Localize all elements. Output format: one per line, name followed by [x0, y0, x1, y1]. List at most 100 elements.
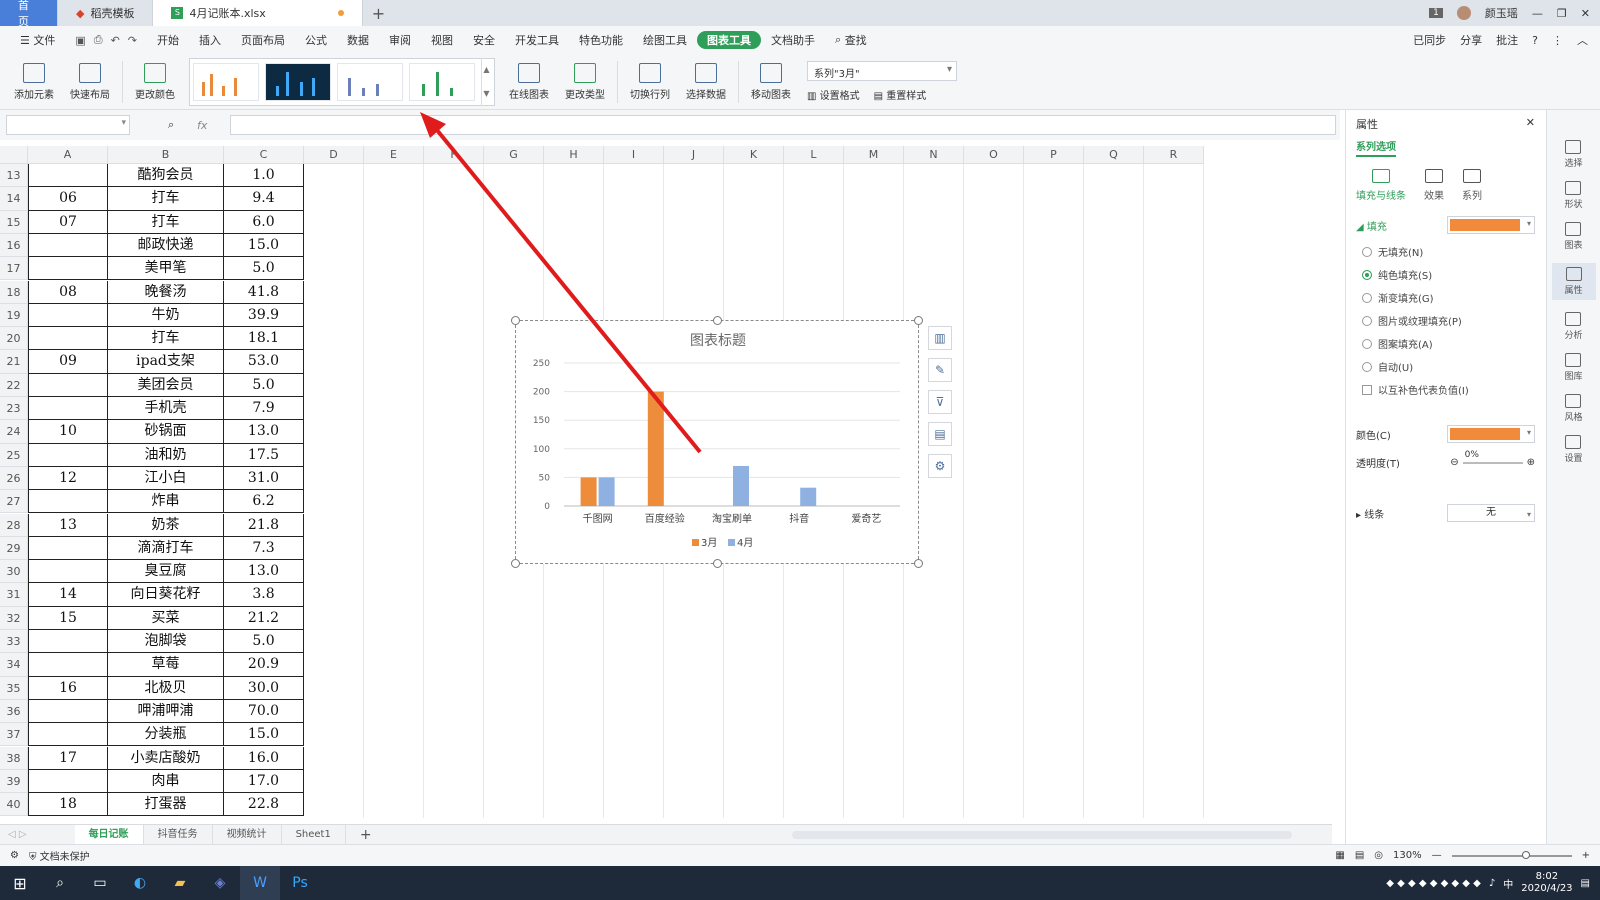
panel-close-icon[interactable]: ✕ [1526, 116, 1535, 129]
transparency-plus-icon[interactable]: ⊕ [1527, 457, 1535, 468]
cell-b[interactable]: 小卖店酸奶 [108, 746, 224, 770]
cell-c[interactable]: 3.8 [224, 583, 304, 607]
cell-a[interactable] [28, 723, 108, 747]
online-chart-button[interactable]: 在线图表 [501, 57, 557, 107]
chart-style-4[interactable] [409, 62, 475, 101]
resize-handle-tl[interactable] [511, 316, 520, 325]
cell-c[interactable]: 70.0 [224, 699, 304, 724]
legend-label[interactable]: 3月 [701, 537, 717, 549]
ime-indicator[interactable]: 中 [1503, 876, 1513, 891]
cell-c[interactable]: 21.2 [224, 606, 304, 630]
cell-b[interactable]: 奶茶 [108, 513, 224, 537]
browser-icon[interactable]: ◐ [120, 866, 160, 900]
row-header[interactable]: 35 [0, 676, 28, 700]
cell-a[interactable] [28, 699, 108, 724]
row-header[interactable]: 18 [0, 280, 28, 304]
cell-a[interactable]: 12 [28, 466, 108, 491]
cell-c[interactable]: 18.1 [224, 327, 304, 351]
row-header[interactable]: 31 [0, 583, 28, 607]
windows-start-icon[interactable]: ⊞ [0, 866, 40, 900]
sidebar-item[interactable]: 分析 [1564, 312, 1583, 341]
zoom-level[interactable]: 130% [1393, 850, 1422, 861]
column-header-k[interactable]: K [724, 146, 784, 164]
color-swatch[interactable] [1447, 425, 1535, 443]
cell-a[interactable]: 17 [28, 746, 108, 770]
cell-b[interactable]: 买菜 [108, 606, 224, 630]
cell-a[interactable] [28, 560, 108, 584]
taskbar-search-icon[interactable]: ⌕ [40, 866, 80, 900]
cell-b[interactable]: ipad支架 [108, 350, 224, 374]
app-icon[interactable]: ◈ [200, 866, 240, 900]
collapse-icon[interactable]: ︿ [1577, 32, 1588, 48]
cell-c[interactable]: 7.3 [224, 536, 304, 561]
row-header[interactable]: 15 [0, 210, 28, 234]
cell-b[interactable]: 臭豆腐 [108, 560, 224, 584]
row-header[interactable]: 37 [0, 723, 28, 747]
cell-c[interactable]: 6.0 [224, 210, 304, 234]
chart-elements-icon[interactable]: ▥ [928, 326, 952, 350]
macro-icon[interactable]: ⚙ [10, 850, 19, 861]
cell-a[interactable]: 08 [28, 280, 108, 304]
cell-a[interactable] [28, 164, 108, 188]
select-all-corner[interactable] [0, 146, 28, 164]
protect-status[interactable]: ⛨ 文档未保护 [29, 848, 90, 863]
sidebar-item[interactable]: 图库 [1564, 353, 1583, 382]
column-header-m[interactable]: M [844, 146, 904, 164]
line-select[interactable]: 无 [1447, 504, 1535, 523]
tab-file[interactable]: S 4月记账本.xlsx [153, 0, 364, 26]
cell-c[interactable]: 15.0 [224, 723, 304, 747]
help-icon[interactable]: ? [1532, 34, 1538, 47]
chart-style-icon[interactable]: ✎ [928, 358, 952, 382]
chart-style-1[interactable] [193, 62, 259, 101]
bar-chart[interactable]: 图表标题 0 50 100 150 200 250 千图网 百度经验 淘宝刷单 抖音 爱奇艺 3月… [516, 321, 920, 565]
row-header[interactable]: 28 [0, 513, 28, 537]
column-header-f[interactable]: F [424, 146, 484, 164]
sidebar-item[interactable]: 风格 [1564, 394, 1583, 423]
menu-developer[interactable]: 开发工具 [505, 26, 569, 54]
chart-bar[interactable] [800, 487, 817, 506]
cell-b[interactable]: 砂锅面 [108, 420, 224, 444]
save-icon[interactable]: ▣ [75, 34, 85, 47]
gallery-up-icon[interactable]: ▲ [483, 65, 489, 74]
move-chart-button[interactable]: 移动图表 [743, 57, 799, 107]
fill-section[interactable]: ◢ 填充 [1356, 218, 1387, 233]
new-tab-icon[interactable]: + [363, 0, 393, 26]
chart-bar[interactable] [733, 465, 749, 506]
cell-c[interactable]: 15.0 [224, 233, 304, 258]
menu-data[interactable]: 数据 [337, 26, 379, 54]
sidebar-item[interactable]: 选择 [1564, 140, 1583, 169]
row-header[interactable]: 40 [0, 793, 28, 817]
column-header-e[interactable]: E [364, 146, 424, 164]
cell-a[interactable]: 06 [28, 187, 108, 211]
zoom-in-icon[interactable]: + [1582, 850, 1590, 861]
set-format-button[interactable]: ▥ 设置格式 [807, 87, 860, 102]
cell-a[interactable] [28, 536, 108, 561]
fill-option[interactable]: 图片或纹理填充(P) [1346, 309, 1545, 332]
resize-handle-tm[interactable] [713, 316, 722, 325]
menu-insert[interactable]: 插入 [189, 26, 231, 54]
zoom-slider[interactable] [1451, 850, 1572, 859]
sidebar-item[interactable]: 属性 [1551, 263, 1596, 300]
cell-c[interactable]: 17.5 [224, 443, 304, 467]
undo-icon[interactable]: ↶ [111, 34, 120, 47]
row-header[interactable]: 32 [0, 606, 28, 630]
task-view-icon[interactable]: ▭ [80, 866, 120, 900]
cell-c[interactable]: 1.0 [224, 164, 304, 188]
cell-a[interactable] [28, 397, 108, 421]
column-header-g[interactable]: G [484, 146, 544, 164]
cell-c[interactable]: 30.0 [224, 676, 304, 700]
redo-icon[interactable]: ↷ [128, 34, 137, 47]
cell-b[interactable]: 邮政快递 [108, 233, 224, 258]
tab-series[interactable]: 系列 [1462, 169, 1482, 202]
cell-a[interactable] [28, 257, 108, 281]
cell-b[interactable]: 泡脚袋 [108, 630, 224, 654]
sheet-tab-sheet1[interactable]: Sheet1 [282, 824, 346, 845]
fill-option[interactable]: 渐变填充(G) [1346, 286, 1545, 309]
change-type-button[interactable]: 更改类型 [557, 57, 613, 107]
reset-style-button[interactable]: ▤ 重置样式 [874, 87, 927, 102]
cell-a[interactable]: 15 [28, 606, 108, 630]
cell-c[interactable]: 22.8 [224, 793, 304, 817]
tray-icons[interactable]: ◆ ◆ ◆ ◆ ◆ ◆ ◆ ◆ ◆ [1386, 878, 1481, 889]
column-header-q[interactable]: Q [1084, 146, 1144, 164]
cell-b[interactable]: 肉串 [108, 769, 224, 794]
